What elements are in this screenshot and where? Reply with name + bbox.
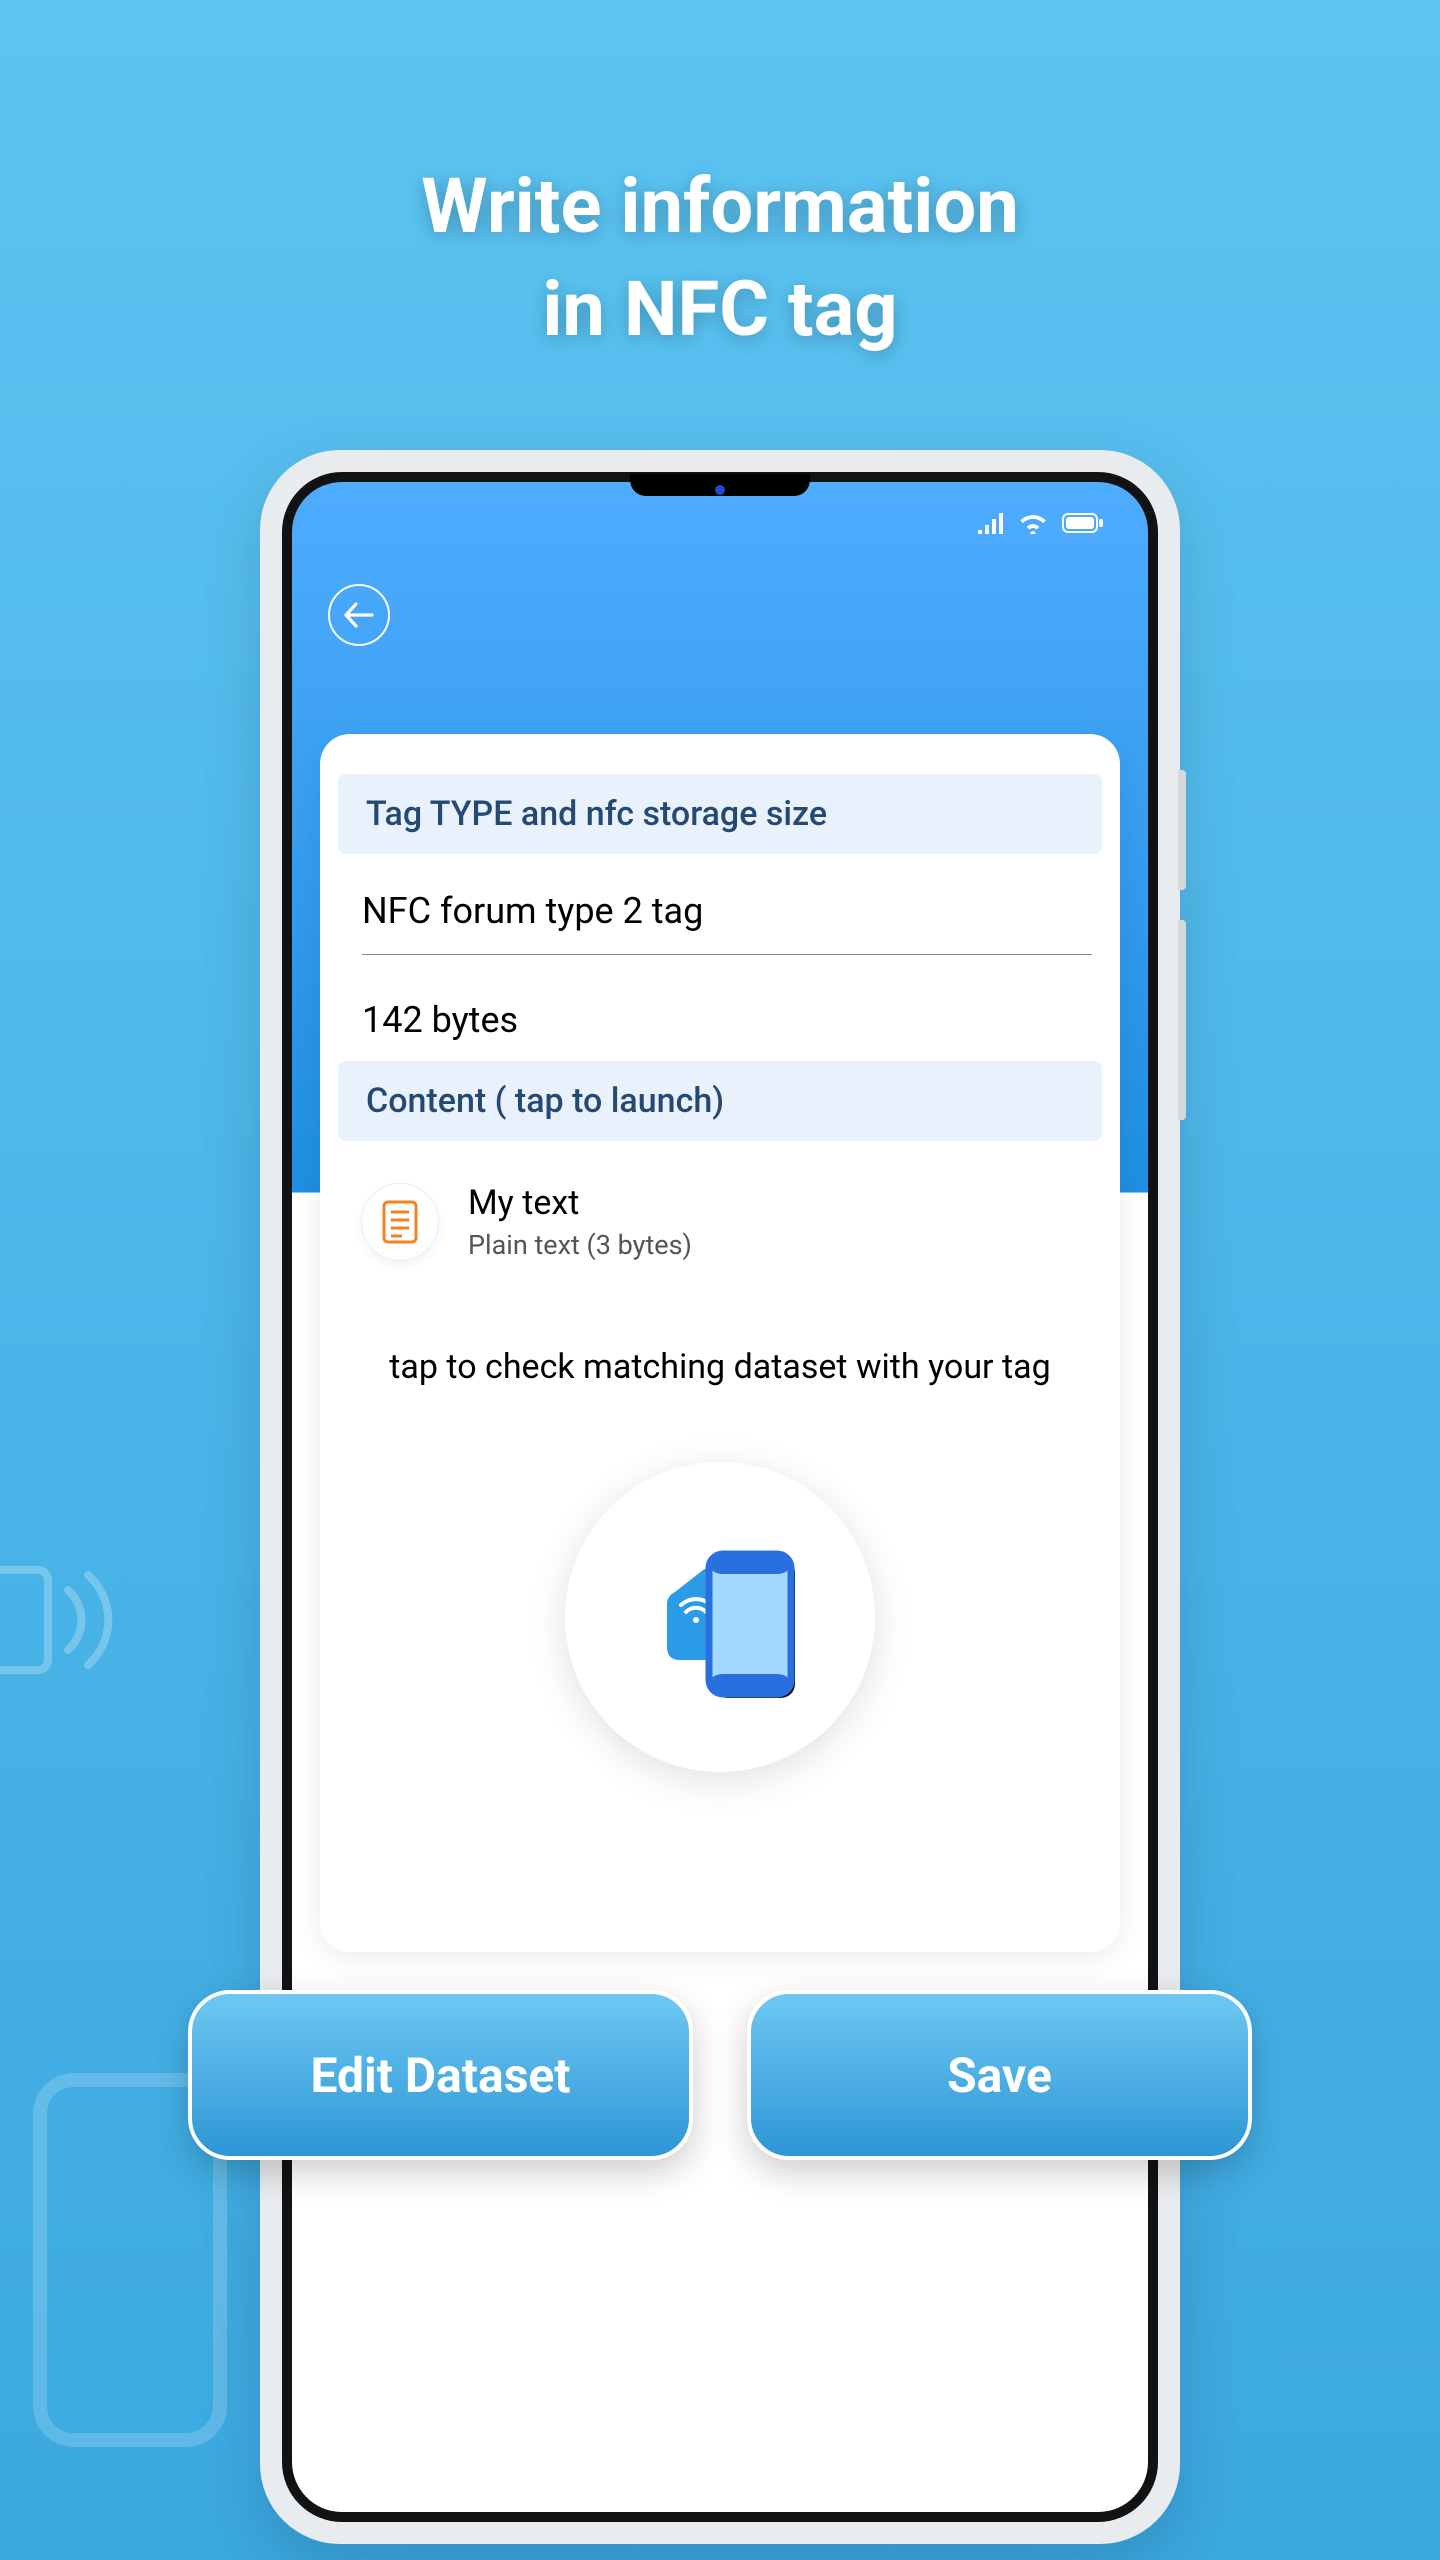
wifi-icon bbox=[1018, 512, 1048, 538]
page-title-line1: Write information bbox=[421, 161, 1019, 251]
phone-side-button bbox=[1178, 770, 1186, 890]
background-decoration-tag-icon bbox=[0, 1540, 130, 1700]
phone-side-button bbox=[1178, 920, 1186, 1120]
content-item-subtitle: Plain text (3 bytes) bbox=[468, 1229, 692, 1261]
page-title-line2: in NFC tag bbox=[542, 264, 897, 354]
tag-type-value: NFC forum type 2 tag bbox=[362, 890, 1092, 955]
section-header-tag-type: Tag TYPE and nfc storage size bbox=[338, 774, 1102, 854]
signal-icon bbox=[976, 512, 1004, 538]
back-button[interactable] bbox=[328, 584, 390, 646]
arrow-left-icon bbox=[344, 602, 374, 628]
page-title: Write information in NFC tag bbox=[0, 0, 1440, 360]
check-hint: tap to check matching dataset with your … bbox=[370, 1343, 1070, 1392]
section-header-content: Content ( tap to launch) bbox=[338, 1061, 1102, 1141]
content-item[interactable]: My text Plain text (3 bytes) bbox=[362, 1171, 1090, 1273]
tap-to-check-button[interactable] bbox=[565, 1462, 875, 1772]
save-button[interactable]: Save bbox=[747, 1990, 1252, 2160]
storage-size-value: 142 bytes bbox=[362, 999, 1092, 1041]
battery-icon bbox=[1062, 513, 1104, 537]
edit-dataset-button[interactable]: Edit Dataset bbox=[188, 1990, 693, 2160]
tag-info-card: Tag TYPE and nfc storage size NFC forum … bbox=[320, 734, 1120, 1952]
phone-frame: Tag TYPE and nfc storage size NFC forum … bbox=[260, 450, 1180, 2544]
phone-nfc-icon bbox=[625, 1522, 815, 1712]
phone-screen: Tag TYPE and nfc storage size NFC forum … bbox=[292, 482, 1148, 2512]
text-icon bbox=[362, 1184, 438, 1260]
content-item-title: My text bbox=[468, 1183, 692, 1223]
action-buttons: Edit Dataset Save bbox=[0, 1990, 1440, 2160]
phone-camera bbox=[715, 485, 725, 495]
